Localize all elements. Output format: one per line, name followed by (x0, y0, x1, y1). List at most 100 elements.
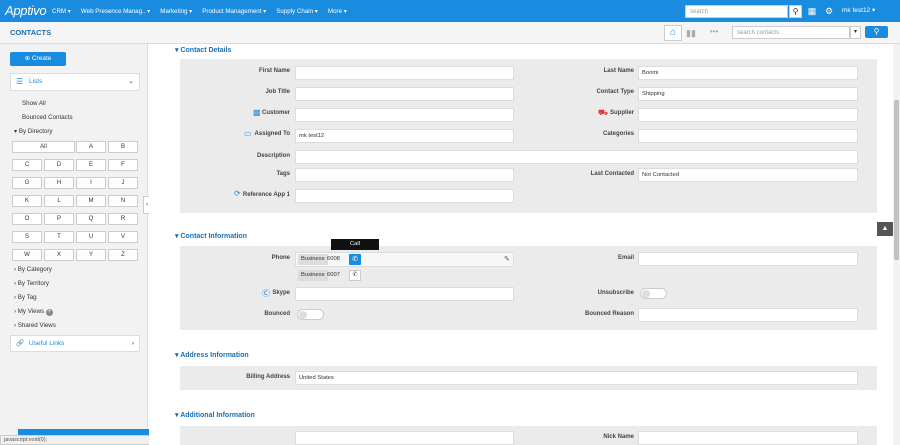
letter-button[interactable]: K (12, 195, 42, 207)
letter-button[interactable]: G (12, 177, 42, 189)
tags-field[interactable] (295, 168, 514, 182)
letter-button[interactable]: H (44, 177, 74, 189)
apptivo-logo[interactable]: Apptivo (5, 3, 47, 18)
letter-button[interactable]: X (44, 249, 74, 261)
call-tooltip: Call (331, 239, 379, 250)
menu-supply-chain[interactable]: Supply Chain ▾ (276, 8, 318, 15)
letter-button[interactable]: B (108, 141, 138, 153)
calendar-icon[interactable]: ▦ (807, 6, 817, 16)
search-icon[interactable]: ⚲ (789, 5, 802, 18)
bounced-toggle[interactable] (297, 309, 324, 320)
menu-marketing[interactable]: Marketing ▾ (160, 8, 192, 15)
create-button[interactable]: ⊕ Create (10, 52, 66, 66)
home-icon[interactable]: ⌂ (664, 25, 682, 41)
by-directory-label: By Directory (18, 128, 53, 135)
email-label: Email (617, 255, 634, 261)
scroll-top-button[interactable]: ▲ (877, 222, 893, 236)
contacts-search-input[interactable]: search contacts (732, 26, 850, 39)
lists-panel-header[interactable]: ☰ Lists ⌄ (10, 73, 140, 91)
edit-pencil-icon[interactable]: ✎ (504, 255, 510, 263)
menu-crm[interactable]: CRM ▾ (52, 8, 71, 15)
categories-label: Categories (602, 131, 634, 137)
chevron-down-icon[interactable]: ▾ (850, 26, 861, 39)
phone-number[interactable]: 6007 (327, 272, 340, 278)
by-tag-toggle[interactable]: › By Tag (14, 294, 37, 301)
list-icon: ☰ (16, 77, 24, 86)
categories-field[interactable] (638, 129, 858, 143)
by-directory-toggle[interactable]: ▾ By Directory (14, 128, 53, 135)
letter-button[interactable]: C (12, 159, 42, 171)
letter-button[interactable]: Z (108, 249, 138, 261)
letter-all[interactable]: All (12, 141, 75, 153)
assigned-to-field[interactable]: mk test12 (295, 129, 514, 143)
chart-icon[interactable]: ▮▮ (686, 28, 696, 39)
last-name-field[interactable]: Boomi (638, 66, 858, 80)
scrollbar-thumb[interactable] (894, 100, 899, 260)
contact-type-label: Contact Type (596, 89, 634, 95)
shared-views-toggle[interactable]: › Shared Views (14, 322, 56, 329)
additional-information-header[interactable]: ▾ Additional Information (175, 411, 255, 419)
letter-button[interactable]: Y (76, 249, 106, 261)
first-name-field[interactable] (295, 66, 514, 80)
letter-button[interactable]: S (12, 231, 42, 243)
unsubscribe-toggle[interactable] (640, 288, 667, 299)
contact-type-field[interactable]: Shipping (638, 87, 858, 101)
job-title-field[interactable] (295, 87, 514, 101)
letter-button[interactable]: I (76, 177, 106, 189)
letter-button[interactable]: R (108, 213, 138, 225)
reference-app-label: Reference App 1 (242, 192, 290, 198)
letter-button[interactable]: P (44, 213, 74, 225)
contact-information-header[interactable]: ▾ Contact Information (175, 232, 247, 240)
bounced-reason-label: Bounced Reason (584, 311, 634, 317)
user-menu[interactable]: mk test12 ▾ (842, 6, 875, 14)
letter-button[interactable]: L (44, 195, 74, 207)
bounced-contacts-link[interactable]: Bounced Contacts (22, 114, 73, 121)
nick-name-field[interactable] (638, 431, 858, 445)
call-phone-icon[interactable]: ✆ (349, 270, 361, 281)
letter-button[interactable]: U (76, 231, 106, 243)
letter-button[interactable]: N (108, 195, 138, 207)
customer-field[interactable] (295, 108, 514, 122)
menu-product-management[interactable]: Product Management ▾ (202, 8, 266, 15)
billing-address-field[interactable]: United States (295, 371, 858, 385)
letter-button[interactable]: M (76, 195, 106, 207)
useful-links-panel[interactable]: 🔗 Useful Links › (10, 335, 140, 352)
last-contacted-field[interactable]: Not Contacted (638, 168, 858, 182)
contacts-search-button[interactable]: ⚲ (865, 26, 888, 38)
letter-button[interactable]: W (12, 249, 42, 261)
more-dots-icon[interactable]: ••• (710, 27, 718, 36)
reference-app-field[interactable] (295, 189, 514, 203)
letter-button[interactable]: D (44, 159, 74, 171)
settings-icon[interactable]: ⚙ (824, 6, 834, 16)
letter-button[interactable]: O (12, 213, 42, 225)
contact-details-header[interactable]: ▾ Contact Details (175, 46, 231, 54)
letter-button[interactable]: J (108, 177, 138, 189)
letter-button[interactable]: T (44, 231, 74, 243)
by-category-toggle[interactable]: › By Category (14, 266, 52, 273)
menu-web-presence[interactable]: Web Presence Manag.. ▾ (81, 8, 150, 15)
additional-field[interactable] (295, 431, 514, 445)
letter-button[interactable]: V (108, 231, 138, 243)
menu-more[interactable]: More ▾ (328, 8, 347, 15)
letter-button[interactable]: F (108, 159, 138, 171)
phone-number[interactable]: 6008 (327, 256, 340, 262)
add-view-icon[interactable]: + (45, 309, 53, 316)
email-field[interactable] (638, 252, 858, 266)
by-territory-toggle[interactable]: › By Territory (14, 280, 49, 287)
description-field[interactable] (295, 150, 858, 164)
my-views-label: My Views (17, 308, 45, 315)
address-information-header[interactable]: ▾ Address Information (175, 351, 249, 359)
app-title: CONTACTS (10, 28, 52, 37)
letter-button[interactable]: E (76, 159, 106, 171)
skype-field[interactable] (295, 287, 514, 301)
show-all-link[interactable]: Show All (22, 100, 46, 107)
supplier-field[interactable] (638, 108, 858, 122)
section-title: Contact Details (180, 47, 232, 54)
bounced-reason-field[interactable] (638, 308, 858, 322)
letter-button[interactable]: A (76, 141, 106, 153)
my-views-toggle[interactable]: › My Views + (14, 308, 53, 316)
first-name-label: First Name (258, 68, 290, 74)
global-search-input[interactable]: search (685, 5, 788, 18)
call-phone-icon[interactable]: ✆ (349, 254, 361, 265)
letter-button[interactable]: Q (76, 213, 106, 225)
